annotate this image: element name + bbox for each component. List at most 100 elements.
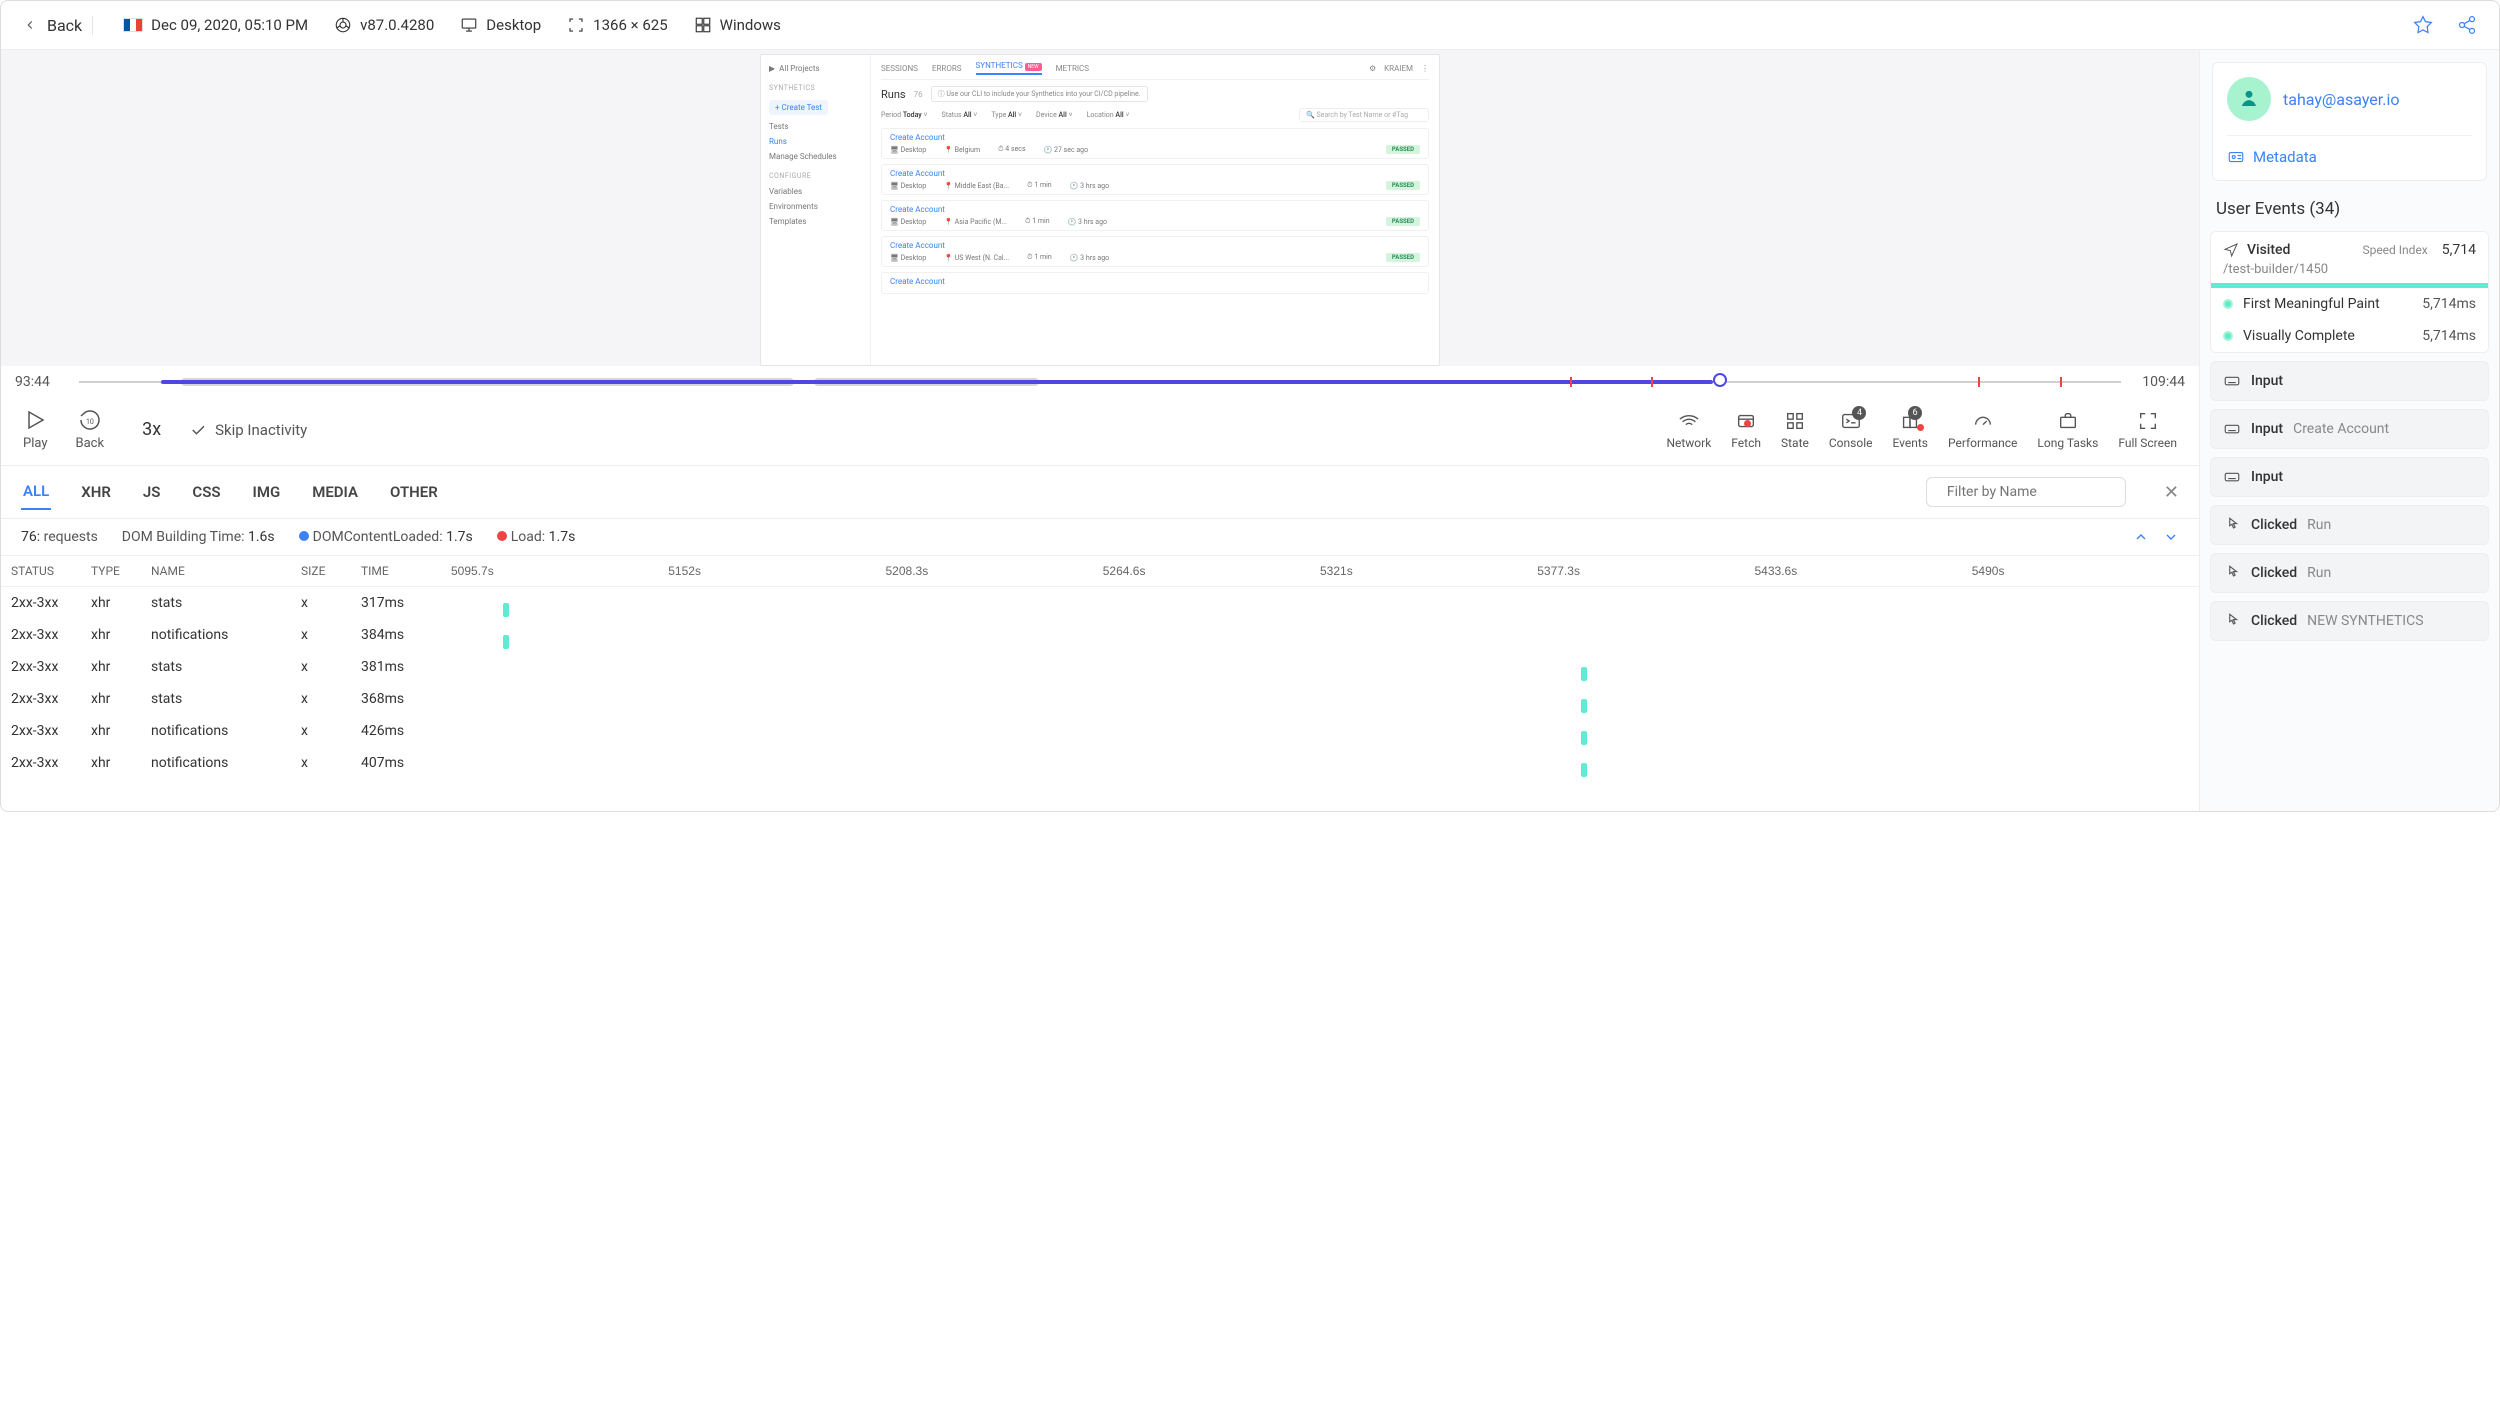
replay-run-row: Create Account bbox=[881, 272, 1429, 294]
replay-frame: ▶ All Projects SYNTHETICS + Create Test … bbox=[760, 54, 1440, 366]
player-controls: Play 10 Back 3x Skip Inactivity Network bbox=[1, 398, 2199, 466]
tool-events[interactable]: 6 Events bbox=[1892, 410, 1928, 450]
user-event-item[interactable]: ClickedRun bbox=[2210, 553, 2489, 593]
network-row[interactable]: 2xx-3xx xhr stats x 368ms bbox=[1, 683, 2199, 715]
metadata-link[interactable]: Metadata bbox=[2227, 135, 2472, 166]
replay-back-button[interactable]: 10 Back bbox=[76, 408, 105, 451]
timeline-track[interactable] bbox=[79, 377, 2121, 387]
play-button[interactable]: Play bbox=[23, 408, 48, 451]
net-tab-media[interactable]: MEDIA bbox=[310, 475, 360, 509]
session-browser: v87.0.4280 bbox=[334, 16, 434, 34]
play-icon bbox=[23, 408, 47, 432]
event-visited[interactable]: Visited Speed Index 5,714 /test-builder/… bbox=[2210, 231, 2489, 353]
network-row[interactable]: 2xx-3xx xhr stats x 381ms bbox=[1, 651, 2199, 683]
metric-fmp: First Meaningful Paint 5,714ms bbox=[2223, 288, 2476, 320]
replay-run-row: Create Account 🖥 Desktop 📍 Middle East (… bbox=[881, 164, 1429, 195]
waterfall-tick: 5321s bbox=[1320, 564, 1537, 578]
state-icon bbox=[1784, 410, 1806, 432]
network-row[interactable]: 2xx-3xx xhr stats x 317ms bbox=[1, 587, 2199, 619]
wifi-icon bbox=[1678, 410, 1700, 432]
keyboard-icon bbox=[2223, 468, 2241, 486]
session-country-date: Dec 09, 2020, 05:10 PM bbox=[123, 16, 308, 34]
next-request-icon[interactable] bbox=[2163, 529, 2179, 545]
network-row[interactable]: 2xx-3xx xhr notifications x 426ms bbox=[1, 715, 2199, 747]
tool-fetch[interactable]: Fetch bbox=[1731, 410, 1761, 450]
prev-request-icon[interactable] bbox=[2133, 529, 2149, 545]
details-sidebar: tahay@asayer.io Metadata User Events (34… bbox=[2199, 50, 2499, 811]
tool-longtasks[interactable]: Long Tasks bbox=[2037, 410, 2098, 450]
briefcase-icon bbox=[2057, 410, 2079, 432]
waterfall-tick: 5152s bbox=[668, 564, 885, 578]
check-icon bbox=[189, 421, 207, 439]
net-tab-all[interactable]: ALL bbox=[21, 474, 51, 510]
top-bar: Back Dec 09, 2020, 05:10 PM v87.0.4280 D… bbox=[1, 1, 2499, 50]
session-os: Windows bbox=[694, 16, 781, 34]
avatar-icon bbox=[2235, 85, 2263, 113]
svg-text:10: 10 bbox=[86, 418, 94, 426]
waterfall-tick: 5490s bbox=[1972, 564, 2189, 578]
navigate-icon bbox=[2223, 242, 2239, 258]
timeline-end: 109:44 bbox=[2131, 374, 2185, 390]
session-resolution: 1366 × 625 bbox=[567, 16, 667, 34]
tool-state[interactable]: State bbox=[1781, 410, 1809, 450]
tool-network[interactable]: Network bbox=[1666, 410, 1711, 450]
replay-create-test: + Create Test bbox=[769, 100, 828, 115]
flag-france-icon bbox=[123, 18, 143, 32]
chevron-left-icon bbox=[23, 18, 37, 32]
net-tab-xhr[interactable]: XHR bbox=[79, 475, 113, 509]
id-card-icon bbox=[2227, 148, 2245, 166]
network-stats: 76: requests DOM Building Time: 1.6s DOM… bbox=[1, 519, 2199, 556]
net-tab-img[interactable]: IMG bbox=[251, 475, 283, 509]
network-row[interactable]: 2xx-3xx xhr notifications x 384ms bbox=[1, 619, 2199, 651]
waterfall-tick: 5264.6s bbox=[1103, 564, 1320, 578]
user-events-title: User Events (34) bbox=[2200, 193, 2499, 225]
waterfall-tick: 5095.7s bbox=[451, 564, 668, 578]
session-device: Desktop bbox=[460, 16, 541, 34]
network-table: STATUS TYPE NAME SIZE TIME 5095.7s5152s5… bbox=[1, 556, 2199, 811]
waterfall-tick: 5377.3s bbox=[1537, 564, 1754, 578]
user-event-item[interactable]: Input bbox=[2210, 457, 2489, 497]
timeline-start: 93:44 bbox=[15, 374, 69, 390]
network-row[interactable]: 2xx-3xx xhr notifications x 407ms bbox=[1, 747, 2199, 779]
user-event-item[interactable]: ClickedRun bbox=[2210, 505, 2489, 545]
skip-inactivity-toggle[interactable]: Skip Inactivity bbox=[189, 421, 307, 439]
waterfall-tick: 5433.6s bbox=[1755, 564, 1972, 578]
user-event-item[interactable]: Input bbox=[2210, 361, 2489, 401]
playback-speed[interactable]: 3x bbox=[142, 419, 161, 440]
back-button[interactable]: Back bbox=[23, 16, 93, 35]
playhead[interactable] bbox=[1713, 373, 1727, 387]
pointer-icon bbox=[2223, 564, 2241, 582]
tool-fullscreen[interactable]: Full Screen bbox=[2118, 410, 2177, 450]
timeline[interactable]: 93:44 109:44 bbox=[1, 366, 2199, 398]
close-panel-button[interactable]: ✕ bbox=[2164, 482, 2179, 503]
share-icon[interactable] bbox=[2457, 15, 2477, 35]
replay-run-row: Create Account 🖥 Desktop 📍 Belgium ⏱ 4 s… bbox=[881, 128, 1429, 159]
pointer-icon bbox=[2223, 612, 2241, 630]
network-panel: ALL XHR JS CSS IMG MEDIA OTHER ✕ 76: req… bbox=[1, 466, 2199, 811]
user-event-item[interactable]: ClickedNEW SYNTHETICS bbox=[2210, 601, 2489, 641]
user-email[interactable]: tahay@asayer.io bbox=[2283, 90, 2399, 109]
net-tab-other[interactable]: OTHER bbox=[388, 475, 440, 509]
replay-run-row: Create Account 🖥 Desktop 📍 US West (N. C… bbox=[881, 236, 1429, 267]
tool-console[interactable]: 4 Console bbox=[1829, 410, 1873, 450]
user-events-list[interactable]: Visited Speed Index 5,714 /test-builder/… bbox=[2200, 225, 2499, 811]
tool-performance[interactable]: Performance bbox=[1948, 410, 2017, 450]
replay-run-row: Create Account 🖥 Desktop 📍 Asia Pacific … bbox=[881, 200, 1429, 231]
favorite-icon[interactable] bbox=[2413, 15, 2433, 35]
waterfall-tick: 5208.3s bbox=[886, 564, 1103, 578]
network-tabs: ALL XHR JS CSS IMG MEDIA OTHER ✕ bbox=[1, 466, 2199, 519]
net-tab-js[interactable]: JS bbox=[141, 475, 163, 509]
chrome-icon bbox=[334, 16, 352, 34]
user-card: tahay@asayer.io Metadata bbox=[2212, 62, 2487, 181]
desktop-icon bbox=[460, 16, 478, 34]
windows-icon bbox=[694, 16, 712, 34]
rewind-icon: 10 bbox=[78, 408, 102, 432]
fullscreen-icon bbox=[2137, 410, 2159, 432]
net-tab-css[interactable]: CSS bbox=[190, 475, 222, 509]
network-filter-input[interactable] bbox=[1947, 484, 2125, 500]
user-event-item[interactable]: InputCreate Account bbox=[2210, 409, 2489, 449]
metric-vc: Visually Complete 5,714ms bbox=[2223, 320, 2476, 352]
network-filter[interactable] bbox=[1926, 477, 2126, 507]
gauge-icon bbox=[1972, 410, 1994, 432]
keyboard-icon bbox=[2223, 420, 2241, 438]
